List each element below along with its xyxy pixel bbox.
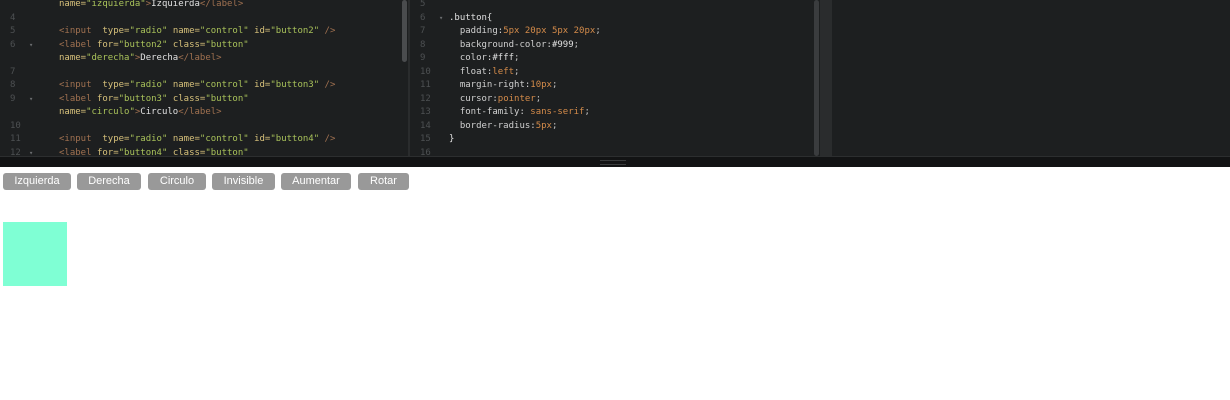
- line-number: 11: [10, 134, 21, 144]
- code-text: name="izquierda">Izquierda</label>: [59, 0, 244, 9]
- line-number: 10: [420, 66, 431, 77]
- code-text: background-color:#999;: [449, 39, 580, 50]
- line-number: 7: [10, 66, 16, 77]
- code-text: border-radius:5px;: [449, 120, 558, 131]
- code-text: name="circulo">Circulo</label>: [59, 107, 222, 117]
- code-line[interactable]: 12 cursor:pointer;: [410, 93, 820, 106]
- fold-arrow-icon[interactable]: ▾: [439, 12, 443, 25]
- line-number: 8: [420, 39, 426, 50]
- code-line[interactable]: 5 <input type="radio" name="control" id="…: [0, 25, 408, 38]
- code-text: <input type="radio" name="control" id="b…: [59, 26, 336, 36]
- line-number: 14: [420, 120, 431, 131]
- code-line[interactable]: 12 ▾ <label for="button4" class="button": [0, 147, 408, 157]
- code-line[interactable]: 7: [0, 66, 408, 79]
- line-number: 13: [420, 107, 431, 117]
- line-number: 9: [420, 53, 426, 63]
- code-text: margin-right:10px;: [449, 80, 558, 90]
- code-line[interactable]: 5: [410, 0, 820, 11]
- fold-arrow-icon[interactable]: ▾: [29, 147, 33, 157]
- code-text: }: [449, 134, 455, 144]
- aumentar-button[interactable]: Aumentar: [281, 173, 351, 190]
- resizer-grip-icon[interactable]: [600, 160, 626, 165]
- code-line[interactable]: name="derecha">Derecha</label>: [0, 52, 408, 65]
- code-text: padding:5px 20px 5px 20px;: [449, 26, 601, 36]
- code-text: font-family: sans-serif;: [449, 107, 590, 117]
- derecha-button[interactable]: Derecha: [77, 173, 141, 190]
- line-number: 6: [10, 39, 16, 50]
- code-line[interactable]: 10 float:left;: [410, 66, 820, 79]
- line-number: 11: [420, 80, 431, 90]
- line-number: 6: [420, 12, 426, 23]
- code-line[interactable]: 13 font-family: sans-serif;: [410, 106, 820, 119]
- pane-divider[interactable]: [820, 0, 832, 156]
- html-editor-pane[interactable]: name="izquierda">Izquierda</label> 4 5 <inp…: [0, 0, 408, 156]
- code-text: <label for="button2" class="button": [59, 39, 249, 50]
- code-text: .button{: [449, 12, 493, 23]
- code-line[interactable]: 9 color:#fff;: [410, 52, 820, 65]
- code-editor-area: name="izquierda">Izquierda</label> 4 5 <inp…: [0, 0, 1230, 167]
- code-text: <input type="radio" name="control" id="b…: [59, 80, 336, 90]
- line-number: 5: [420, 0, 426, 9]
- code-line[interactable]: 16: [410, 147, 820, 157]
- code-line[interactable]: 8 <input type="radio" name="control" id="…: [0, 79, 408, 92]
- code-line[interactable]: 4: [0, 12, 408, 25]
- line-number: 5: [10, 26, 16, 36]
- line-number: 4: [10, 12, 16, 23]
- code-line[interactable]: 15}: [410, 133, 820, 146]
- line-number: 15: [420, 134, 431, 144]
- line-number: 10: [10, 120, 21, 131]
- line-number: 12: [420, 93, 431, 104]
- code-line[interactable]: 8 background-color:#999;: [410, 39, 820, 52]
- rotar-button[interactable]: Rotar: [358, 173, 409, 190]
- code-text: float:left;: [449, 66, 520, 77]
- code-line[interactable]: 14 border-radius:5px;: [410, 120, 820, 133]
- fold-arrow-icon[interactable]: ▾: [29, 39, 33, 52]
- line-number: 16: [420, 147, 431, 157]
- line-number: 9: [10, 93, 16, 104]
- code-text: <label for="button3" class="button": [59, 93, 249, 104]
- code-line[interactable]: name="circulo">Circulo</label>: [0, 106, 408, 119]
- code-line[interactable]: name="izquierda">Izquierda</label>: [0, 0, 408, 11]
- izquierda-button[interactable]: Izquierda: [3, 173, 71, 190]
- code-line[interactable]: 11 margin-right:10px;: [410, 79, 820, 92]
- code-line[interactable]: 9 ▾ <label for="button3" class="button": [0, 93, 408, 106]
- code-line[interactable]: 6 ▾ <label for="button2" class="button": [0, 39, 408, 52]
- code-text: name="derecha">Derecha</label>: [59, 53, 222, 63]
- invisible-button[interactable]: Invisible: [212, 173, 275, 190]
- line-number: 12: [10, 147, 21, 157]
- fold-arrow-icon[interactable]: ▾: [29, 93, 33, 106]
- code-text: color:#fff;: [449, 53, 520, 63]
- html-scrollbar[interactable]: [402, 0, 407, 62]
- css-editor-pane[interactable]: 5 6 ▾ .button{7 padding:5px 20px 5px 20px; 8…: [410, 0, 820, 156]
- code-line[interactable]: 7 padding:5px 20px 5px 20px;: [410, 25, 820, 38]
- line-number: 7: [420, 26, 426, 36]
- css-scrollbar[interactable]: [814, 0, 819, 156]
- animated-square: [3, 222, 67, 286]
- code-line[interactable]: 10: [0, 120, 408, 133]
- editor-resizer[interactable]: [0, 156, 1230, 167]
- circulo-button[interactable]: Circulo: [148, 173, 206, 190]
- code-line[interactable]: 6 ▾ .button{: [410, 12, 820, 25]
- js-editor-pane[interactable]: [832, 0, 1230, 156]
- code-text: cursor:pointer;: [449, 93, 542, 104]
- line-number: 8: [10, 80, 16, 90]
- code-text: <input type="radio" name="control" id="b…: [59, 134, 336, 144]
- code-text: <label for="button4" class="button": [59, 147, 249, 157]
- code-line[interactable]: 11 <input type="radio" name="control" id=…: [0, 133, 408, 146]
